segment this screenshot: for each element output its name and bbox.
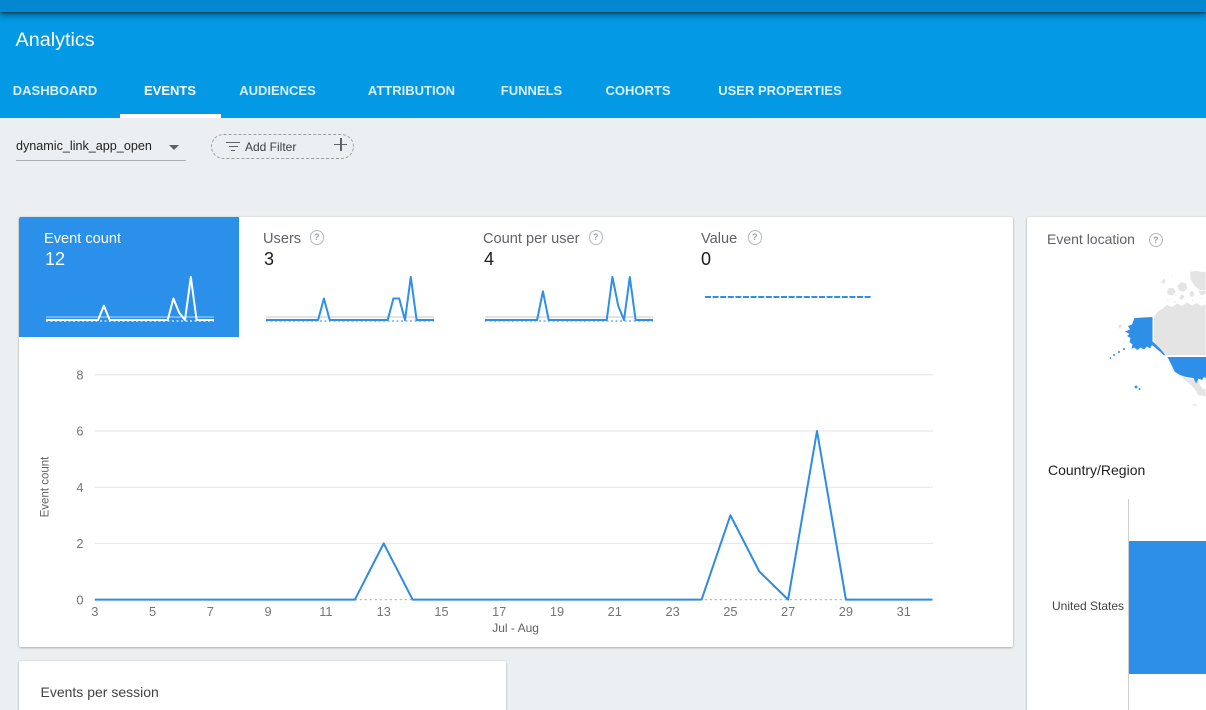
svg-text:9: 9 (265, 604, 272, 619)
svg-text:5: 5 (149, 604, 156, 619)
svg-text:Event count: Event count (40, 456, 52, 518)
svg-text:23: 23 (665, 604, 679, 619)
svg-text:27: 27 (781, 604, 795, 619)
svg-text:3: 3 (91, 604, 98, 619)
svg-text:21: 21 (608, 604, 622, 619)
svg-text:17: 17 (492, 604, 506, 619)
svg-text:2: 2 (76, 536, 83, 551)
svg-text:15: 15 (434, 604, 448, 619)
svg-text:13: 13 (377, 604, 391, 619)
svg-text:29: 29 (839, 604, 853, 619)
svg-text:25: 25 (723, 604, 737, 619)
svg-text:7: 7 (207, 604, 214, 619)
svg-text:Jul - Aug: Jul - Aug (492, 621, 539, 635)
svg-text:4: 4 (76, 480, 83, 495)
svg-text:31: 31 (897, 604, 911, 619)
svg-text:6: 6 (76, 424, 83, 439)
svg-text:19: 19 (550, 604, 564, 619)
svg-text:8: 8 (76, 368, 83, 383)
svg-text:0: 0 (76, 592, 83, 607)
svg-text:11: 11 (319, 604, 332, 619)
